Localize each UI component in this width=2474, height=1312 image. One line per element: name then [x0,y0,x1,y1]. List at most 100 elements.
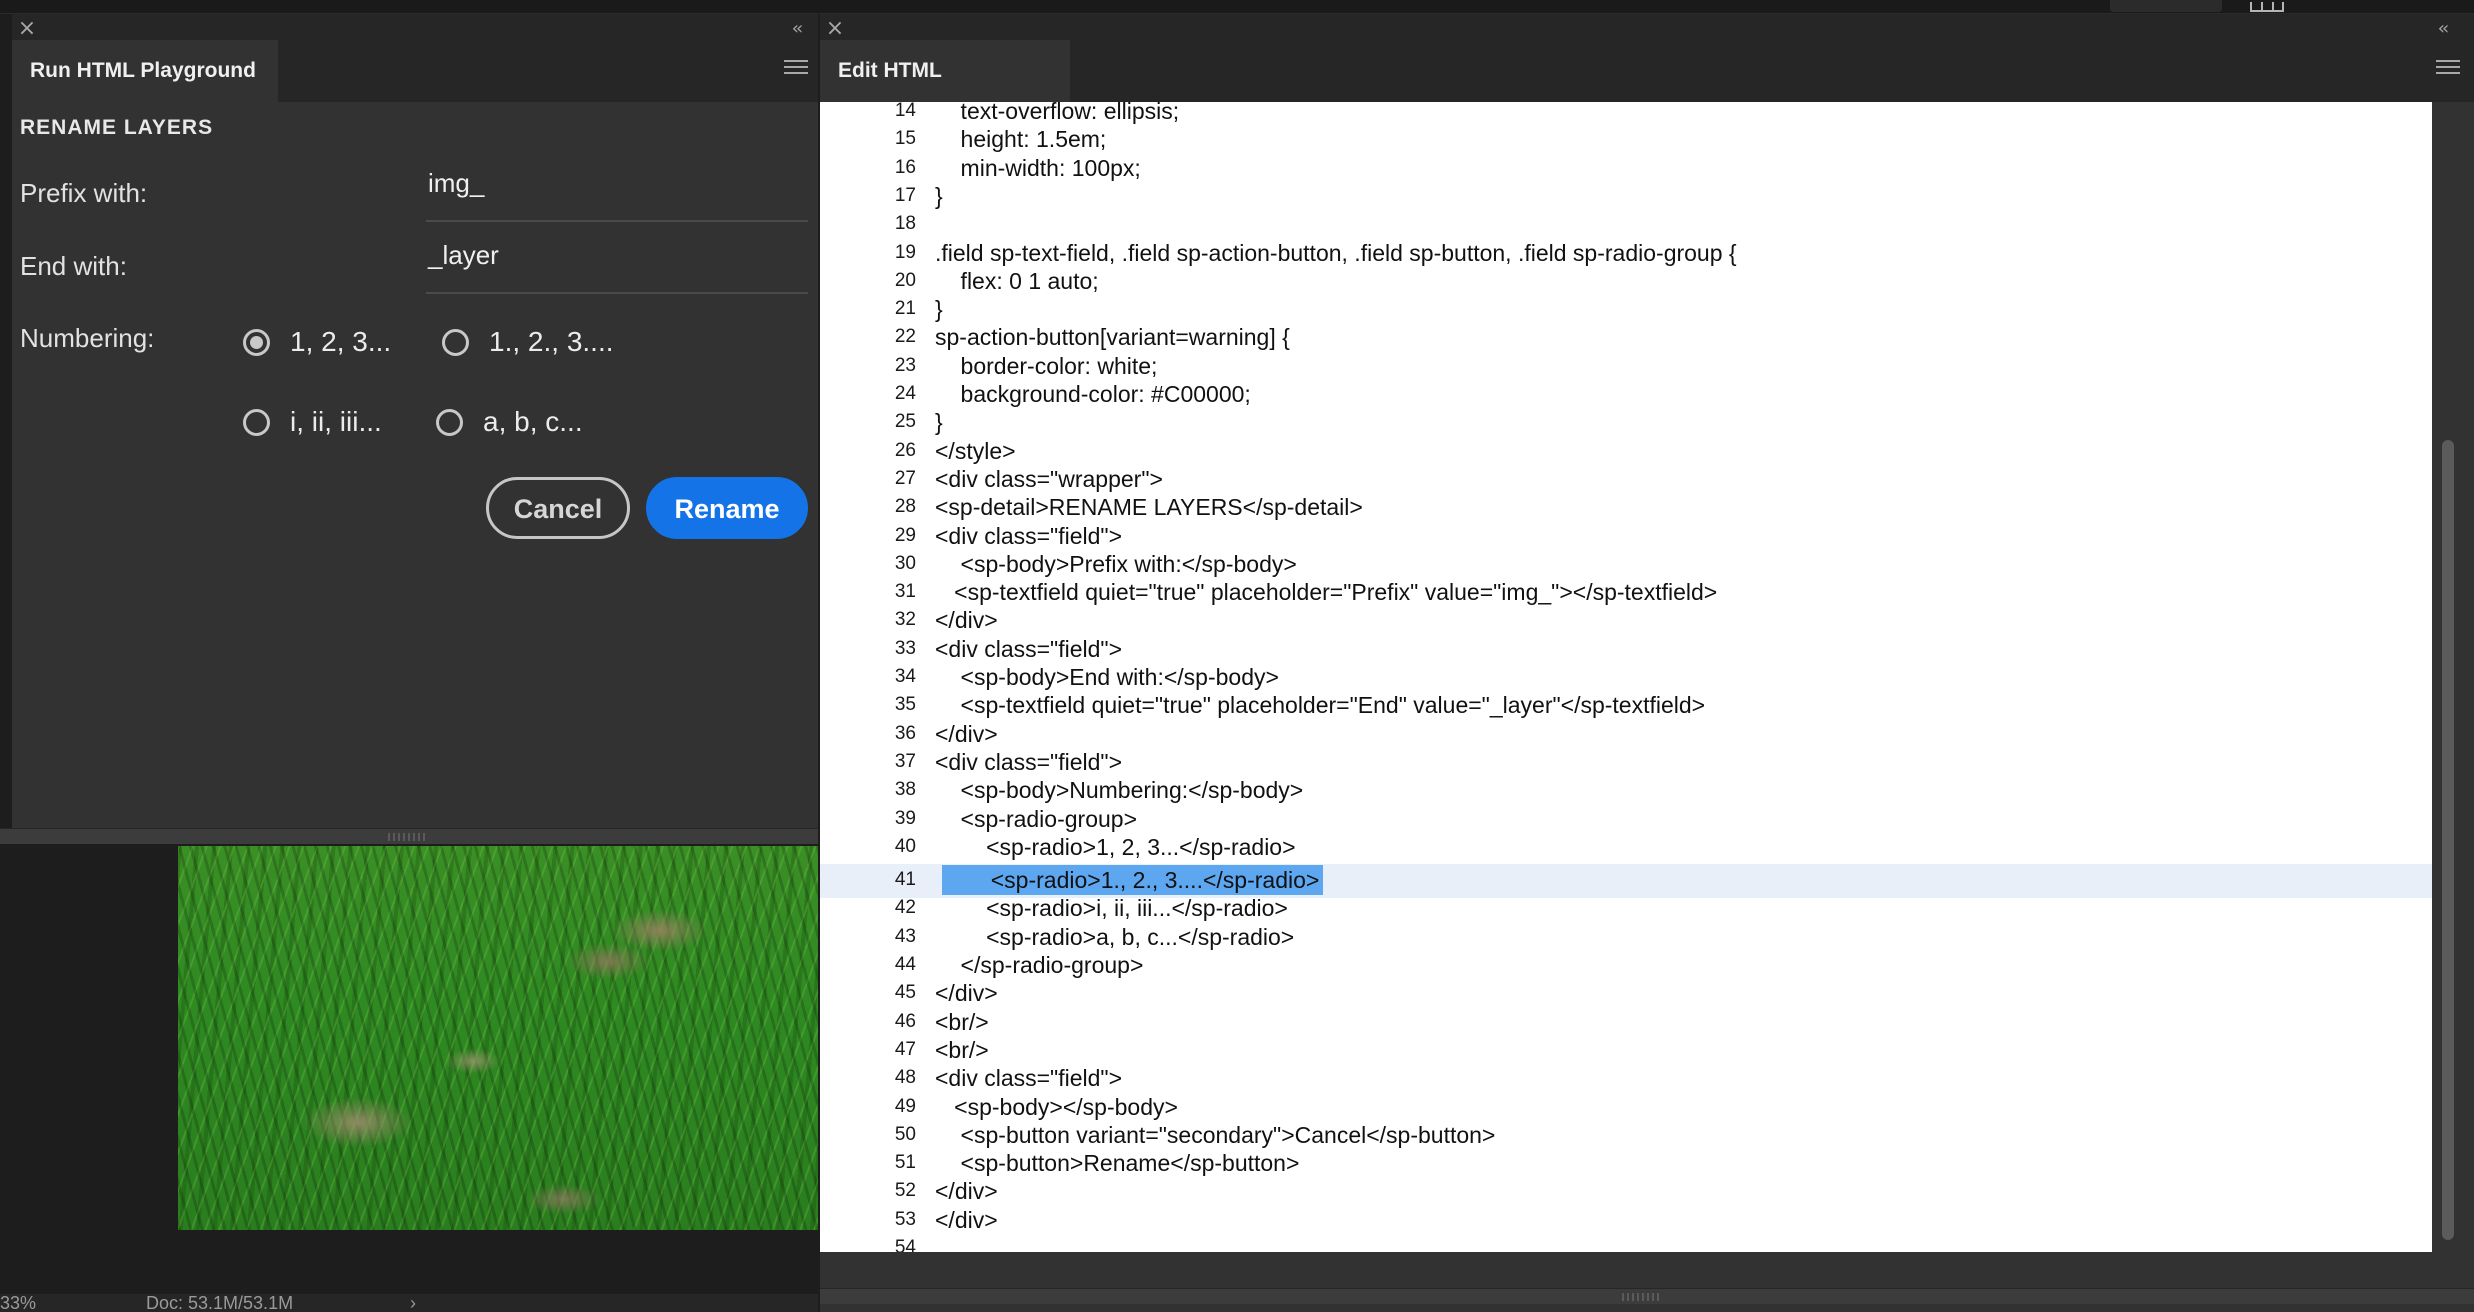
prefix-textfield[interactable]: img_ [426,158,808,222]
line-number: 49 [894,1095,916,1117]
code-line[interactable]: 52 </div> [820,1178,2432,1206]
hamburger-menu-icon[interactable] [784,60,808,80]
radio-button[interactable] [442,328,469,356]
end-value: _layer [428,240,499,270]
tab-edit-html-playground[interactable]: Edit HTML Playground [820,40,1070,144]
code-text: text-overflow: ellipsis; [935,102,1180,124]
code-line[interactable]: 19 .field sp-text-field, .field sp-action… [820,240,2432,268]
rename-layers-heading: RENAME LAYERS [20,116,214,139]
code-line[interactable]: 28 <sp-detail>RENAME LAYERS</sp-detail> [820,494,2432,522]
close-icon[interactable]: × [824,18,846,40]
code-text: flex: 0 1 auto; [935,267,1099,294]
radio-option-arabic-dotted[interactable]: 1., 2., 3.... [442,326,614,358]
code-line[interactable]: 34 <sp-body>End with:</sp-body> [820,664,2432,692]
code-line[interactable]: 54 [820,1235,2432,1252]
resize-grip-icon[interactable] [388,833,428,841]
code-line[interactable]: 40 <sp-radio>1, 2, 3...</sp-radio> [820,834,2432,862]
code-line[interactable]: 33 <div class="field"> [820,636,2432,664]
radio-option-alpha[interactable]: a, b, c... [436,406,583,438]
code-line[interactable]: 31 <sp-textfield quiet="true" placeholde… [820,579,2432,607]
close-icon[interactable]: × [16,18,38,40]
code-line[interactable]: 17} [820,183,2432,211]
right-panel-header [820,14,2474,40]
code-line[interactable]: 21} [820,296,2432,324]
code-line[interactable]: 23 border-color: white; [820,353,2432,381]
line-number: 34 [894,666,916,687]
code-line[interactable]: 49 <sp-body></sp-body> [820,1094,2432,1122]
code-text: </sp-radio-group> [935,952,1144,978]
code-text: <sp-body>Numbering:</sp-body> [935,777,1304,804]
code-line[interactable]: 48 <div class="field"> [820,1065,2432,1093]
code-line[interactable]: 42 <sp-radio>i, ii, iii...</sp-radio> [820,895,2432,923]
code-text: border-color: white; [935,352,1158,379]
radio-button[interactable] [436,408,463,436]
radio-option-arabic[interactable]: 1, 2, 3... [243,326,391,358]
code-line[interactable]: 25} [820,409,2432,437]
code-line[interactable]: 50 <sp-button variant="secondary">Cancel… [820,1122,2432,1150]
line-number: 42 [894,897,916,919]
editor-scrollbar-thumb[interactable] [2442,440,2454,1240]
code-line[interactable]: 20 flex: 0 1 auto; [820,268,2432,296]
code-line[interactable]: 15 height: 1.5em; [820,126,2432,154]
line-number: 47 [894,1038,916,1060]
chevron-right-icon[interactable]: › [410,1294,416,1312]
code-text: <br/> [935,1008,989,1035]
code-line[interactable]: 47 <br/> [820,1037,2432,1065]
radio-label: 1, 2, 3... [290,326,392,357]
code-line[interactable]: 22 sp-action-button[variant=warning] { [820,324,2432,352]
left-panel-bottom-bar [0,828,818,844]
code-text: </div> [935,607,998,634]
line-number: 53 [894,1208,916,1230]
double-chevron-left-icon[interactable]: ‹‹ [2428,18,2456,40]
toolbar-segment [2110,0,2222,12]
code-line[interactable]: 24 background-color: #C00000; [820,381,2432,409]
resize-grip-icon[interactable] [1622,1293,1662,1301]
cancel-button[interactable]: Cancel [486,477,630,539]
code-line[interactable]: 39 <sp-radio-group> [820,806,2432,834]
left-edge [0,14,12,844]
code-line[interactable]: 53 </div> [820,1207,2432,1235]
code-line[interactable]: 35 <sp-textfield quiet="true" placeholde… [820,692,2432,720]
code-line[interactable]: 30 <sp-body>Prefix with:</sp-body> [820,551,2432,579]
code-line[interactable]: 29 <div class="field"> [820,523,2432,551]
code-line[interactable]: 14 text-overflow: ellipsis; [820,102,2432,126]
code-text: <sp-detail>RENAME LAYERS</sp-detail> [935,494,1363,521]
code-line[interactable]: 18 [820,211,2432,239]
code-line[interactable]: 36 </div> [820,721,2432,749]
line-number: 52 [894,1180,916,1202]
code-line[interactable]: 27 <div class="wrapper"> [820,466,2432,494]
end-textfield[interactable]: _layer [426,230,808,294]
hamburger-menu-icon[interactable] [2436,60,2460,80]
rename-button[interactable]: Rename [646,477,808,539]
radio-option-roman[interactable]: i, ii, iii... [243,406,382,438]
code-line[interactable]: 16 min-width: 100px; [820,155,2432,183]
code-line[interactable]: 41 <sp-radio>1., 2., 3....</sp-radio> [820,864,2432,899]
code-line[interactable]: 46 <br/> [820,1009,2432,1037]
code-line[interactable]: 45 </div> [820,980,2432,1008]
line-number: 32 [894,609,916,631]
code-line[interactable]: 26 </style> [820,438,2432,466]
code-line[interactable]: 32 </div> [820,607,2432,635]
zoom-level[interactable]: 33% [0,1294,36,1312]
code-line[interactable]: 43 <sp-radio>a, b, c...</sp-radio> [820,924,2432,952]
line-number: 40 [894,835,916,857]
radio-button[interactable] [243,408,270,436]
tab-run-html-playground[interactable]: Run HTML Playground [12,40,278,102]
line-number: 22 [894,326,916,348]
right-panel-bottom [820,1252,2474,1312]
code-text: </div> [935,1206,998,1233]
double-chevron-left-icon[interactable]: ‹‹ [782,18,810,40]
code-text: <sp-radio>1., 2., 3....</sp-radio> [942,865,1324,896]
line-number: 50 [894,1123,916,1145]
code-line[interactable]: 37 <div class="field"> [820,749,2432,777]
code-line[interactable]: 38 <sp-body>Numbering:</sp-body> [820,777,2432,805]
code-text: <sp-button variant="secondary">Cancel</s… [935,1121,1496,1148]
right-panel-tabbar: Edit HTML Playground [820,40,2474,144]
grid-icon[interactable] [2250,2,2284,12]
code-editor[interactable]: 14 text-overflow: ellipsis; 15 height: 1.… [820,102,2432,1252]
numbering-label: Numbering: [20,323,155,353]
line-number: 18 [894,213,916,235]
code-line[interactable]: 44 </sp-radio-group> [820,952,2432,980]
radio-button-checked[interactable] [243,328,270,356]
code-line[interactable]: 51 <sp-button>Rename</sp-button> [820,1150,2432,1178]
